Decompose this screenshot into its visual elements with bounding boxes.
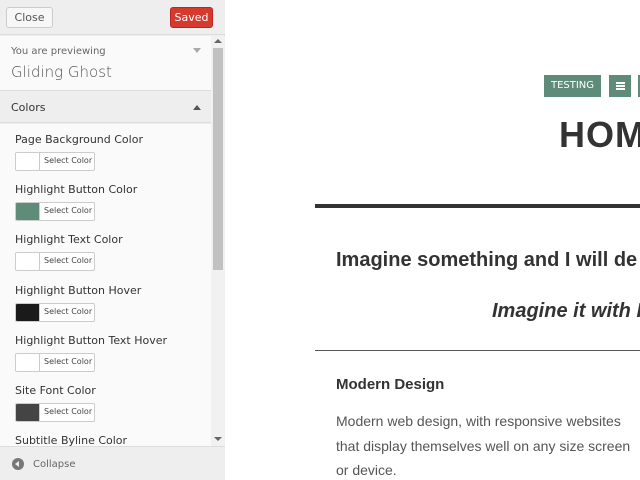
control-highlight-button-hover: Highlight Button Hover Select Color <box>15 275 205 325</box>
scrollbar-thumb[interactable] <box>213 48 223 270</box>
control-highlight-button-color: Highlight Button Color Select Color <box>15 174 205 224</box>
scroll-up-icon[interactable] <box>214 39 222 43</box>
control-subtitle-byline-color: Subtitle Byline Color Select Color <box>15 425 205 446</box>
section-divider <box>315 350 640 351</box>
color-swatch <box>16 253 40 270</box>
collapse-label: Collapse <box>33 459 76 470</box>
collapse-arrow-icon <box>12 458 24 470</box>
close-button[interactable]: Close <box>6 7 53 28</box>
chevron-up-icon[interactable] <box>193 105 201 110</box>
color-controls-panel: Page Background Color Select Color Highl… <box>0 124 211 446</box>
collapse-button[interactable]: Collapse <box>0 446 225 480</box>
page-title: HOM <box>559 114 640 155</box>
theme-name: Gliding Ghost <box>11 63 112 81</box>
color-swatch <box>16 304 40 321</box>
site-preview: TESTING HOM Imagine something and I will… <box>226 0 640 480</box>
select-color-label: Select Color <box>44 307 93 316</box>
color-picker-button[interactable]: Select Color <box>15 353 95 372</box>
intro-heading: Imagine something and I will de <box>336 249 638 271</box>
control-highlight-text-color: Highlight Text Color Select Color <box>15 224 205 274</box>
control-label: Highlight Button Text Hover <box>15 334 168 347</box>
color-swatch <box>16 153 40 170</box>
chevron-down-icon[interactable] <box>193 48 201 53</box>
control-label: Page Background Color <box>15 133 143 146</box>
scroll-down-icon[interactable] <box>214 437 222 441</box>
select-color-label: Select Color <box>44 357 93 366</box>
previewing-label: You are previewing <box>11 46 106 57</box>
color-picker-button[interactable]: Select Color <box>15 152 95 171</box>
color-swatch <box>16 404 40 421</box>
color-picker-button[interactable]: Select Color <box>15 403 95 422</box>
theme-preview-info[interactable]: You are previewing Gliding Ghost <box>0 36 211 91</box>
control-site-font-color: Site Font Color Select Color <box>15 375 205 425</box>
control-label: Subtitle Byline Color <box>15 434 128 446</box>
customizer-topbar: Close Saved <box>0 0 225 35</box>
hamburger-bar <box>616 85 625 87</box>
control-label: Highlight Text Color <box>15 233 123 246</box>
select-color-label: Select Color <box>44 256 93 265</box>
select-color-label: Select Color <box>44 407 93 416</box>
color-picker-button[interactable]: Select Color <box>15 202 95 221</box>
body-text-line: or device. <box>336 462 397 478</box>
control-page-background-color: Page Background Color Select Color <box>15 124 205 174</box>
section-colors-header[interactable]: Colors <box>0 92 211 123</box>
control-highlight-button-text-hover: Highlight Button Text Hover Select Color <box>15 325 205 375</box>
control-label: Highlight Button Hover <box>15 284 142 297</box>
hamburger-bar <box>616 88 625 90</box>
nav-item-testing[interactable]: TESTING <box>544 75 601 97</box>
customizer-sidebar: Close Saved You are previewing Gliding G… <box>0 0 225 480</box>
color-picker-button[interactable]: Select Color <box>15 303 95 322</box>
title-divider <box>315 204 640 208</box>
section-title: Modern Design <box>336 376 445 393</box>
control-label: Highlight Button Color <box>15 183 138 196</box>
color-swatch <box>16 203 40 220</box>
control-label: Site Font Color <box>15 384 96 397</box>
color-picker-button[interactable]: Select Color <box>15 252 95 271</box>
hamburger-bar <box>616 82 625 84</box>
intro-subheading: Imagine it with I <box>492 300 640 322</box>
section-colors-label: Colors <box>11 101 46 114</box>
body-text-line: that display themselves well on any size… <box>336 438 631 454</box>
hamburger-icon[interactable] <box>609 75 631 97</box>
saved-button[interactable]: Saved <box>170 7 213 28</box>
body-text-line: Modern web design, with responsive websi… <box>336 413 621 429</box>
select-color-label: Select Color <box>44 156 93 165</box>
select-color-label: Select Color <box>44 206 93 215</box>
sidebar-scrollbar[interactable] <box>211 36 225 446</box>
color-swatch <box>16 354 40 371</box>
